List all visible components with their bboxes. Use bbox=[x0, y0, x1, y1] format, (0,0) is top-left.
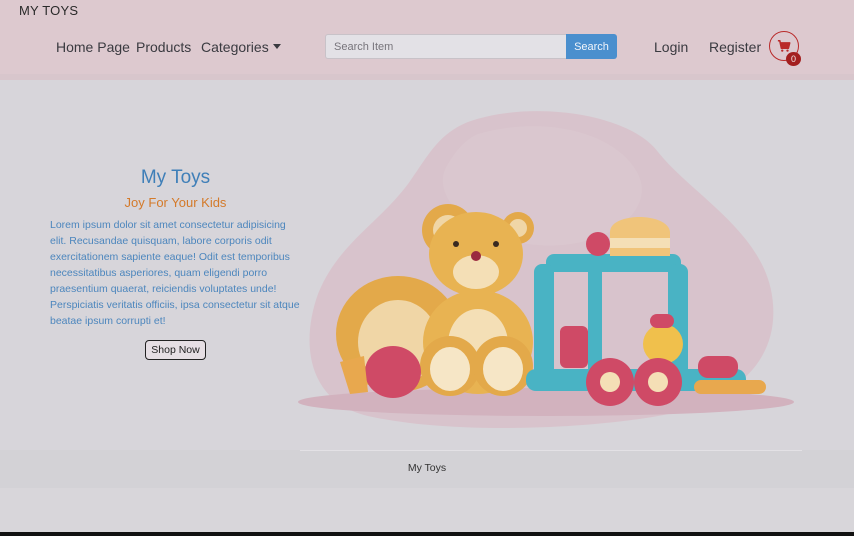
nav-home-link[interactable]: Home Page bbox=[56, 39, 130, 55]
shop-now-button[interactable]: Shop Now bbox=[145, 340, 206, 360]
login-link[interactable]: Login bbox=[654, 39, 688, 55]
shopping-cart-icon bbox=[777, 39, 791, 52]
hero-description: Lorem ipsum dolor sit amet consectetur a… bbox=[50, 219, 300, 327]
page-bottom-area bbox=[0, 488, 854, 532]
nav-products-link[interactable]: Products bbox=[136, 39, 191, 55]
nav-categories-dropdown[interactable]: Categories bbox=[201, 39, 281, 55]
footer-divider bbox=[300, 450, 802, 451]
hero-title: My Toys bbox=[140, 167, 211, 188]
brand-logo[interactable]: MY TOYS bbox=[19, 3, 78, 18]
register-link[interactable]: Register bbox=[709, 39, 761, 55]
footer: My Toys bbox=[0, 450, 854, 488]
search-button[interactable]: Search bbox=[566, 34, 617, 59]
caret-down-icon bbox=[272, 44, 281, 49]
page: MY TOYS Home Page Products Categories Se… bbox=[0, 0, 854, 536]
navbar: MY TOYS Home Page Products Categories Se… bbox=[0, 0, 854, 74]
footer-text: My Toys bbox=[407, 462, 447, 474]
toys-illustration bbox=[298, 111, 794, 429]
nav-categories-label: Categories bbox=[201, 39, 269, 55]
search-input[interactable] bbox=[325, 34, 566, 59]
cart-count-badge: 0 bbox=[786, 52, 801, 66]
hero-subtitle: Joy For Your Kids bbox=[124, 195, 227, 210]
window-bottom-edge bbox=[0, 532, 854, 536]
